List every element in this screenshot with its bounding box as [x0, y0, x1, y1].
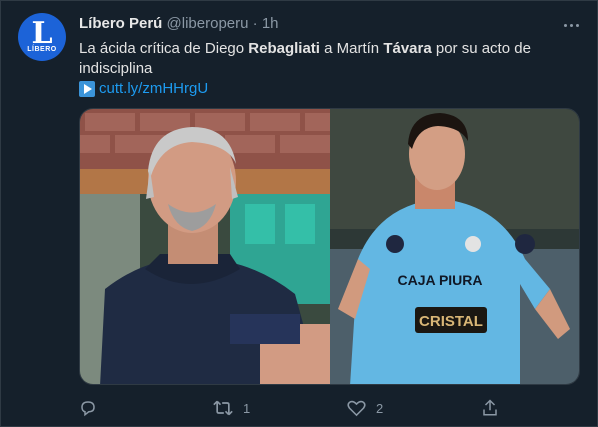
tweet-header: Líbero Perú @liberoperu · 1h	[79, 15, 279, 32]
heart-icon	[347, 400, 366, 417]
like-button[interactable]: 2	[347, 397, 383, 419]
avatar-brand: LÍBERO	[27, 46, 57, 53]
share-button[interactable]	[481, 397, 499, 419]
avatar[interactable]: L LÍBERO	[18, 13, 66, 61]
jersey-text-1: CAJA PIURA	[397, 272, 482, 288]
tweet-text: La ácida crítica de Diego Rebagliati a M…	[79, 39, 559, 79]
text-part-1: La ácida crítica de Diego	[79, 40, 249, 57]
text-bold-2: Távara	[383, 40, 432, 57]
retweet-button[interactable]: 1	[213, 397, 250, 419]
play-icon	[79, 81, 95, 97]
text-bold-1: Rebagliati	[248, 40, 320, 57]
share-icon	[483, 399, 497, 416]
link-line: cutt.ly/zmHHrgU	[79, 79, 208, 99]
reply-icon	[81, 401, 95, 417]
jersey-text-2: CRISTAL	[419, 313, 483, 330]
right-photo: CAJA PIURA CRISTAL	[330, 109, 579, 384]
reply-button[interactable]	[79, 397, 97, 419]
more-options-icon[interactable]	[561, 15, 581, 35]
tweet-media[interactable]: CAJA PIURA CRISTAL	[79, 108, 580, 385]
retweet-count: 1	[243, 400, 251, 416]
separator-dot: ·	[252, 15, 258, 32]
retweet-icon	[213, 400, 233, 416]
tweet-actions: 1 2	[79, 397, 499, 419]
left-photo	[80, 109, 330, 384]
author-name[interactable]: Líbero Perú	[79, 15, 162, 32]
text-part-2: a Martín	[319, 40, 384, 57]
media-image: CAJA PIURA CRISTAL	[80, 109, 579, 384]
tweet-link[interactable]: cutt.ly/zmHHrgU	[99, 79, 208, 99]
tweet-card[interactable]: L LÍBERO Líbero Perú @liberoperu · 1h La…	[0, 0, 598, 427]
tweet-time[interactable]: 1h	[262, 15, 279, 32]
author-handle[interactable]: @liberoperu	[167, 15, 249, 32]
like-count: 2	[376, 400, 384, 416]
